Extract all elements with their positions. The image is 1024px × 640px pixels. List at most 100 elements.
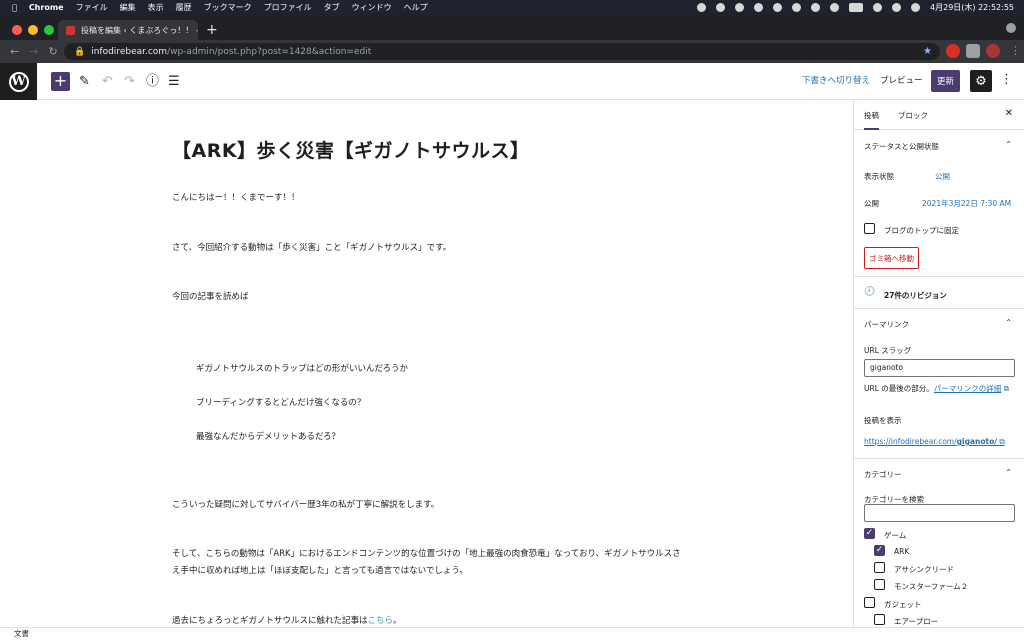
permalink-heading[interactable]: パーマリンク	[864, 319, 909, 330]
revisions-link[interactable]: 27件のリビジョン	[884, 290, 947, 301]
menubar-item-file[interactable]: ファイル	[76, 2, 108, 13]
category-checkbox[interactable]	[874, 579, 885, 590]
status-icon[interactable]	[792, 2, 802, 12]
status-icon[interactable]	[811, 2, 821, 12]
view-post-link[interactable]: https://infodirebear.com/giganoto/ ⧉	[864, 437, 1005, 447]
back-icon[interactable]: ←	[10, 45, 19, 58]
menubar-clock[interactable]: 4月29日(木) 22:52:55	[930, 2, 1014, 13]
category-checkbox[interactable]: ✓	[874, 545, 885, 556]
paragraph-block[interactable]: さて、今回紹介する動物は「歩く災害」こと「ギガノトサウルス」です。	[172, 240, 682, 257]
preview-button[interactable]: プレビュー	[880, 74, 923, 86]
add-block-button[interactable]: +	[51, 72, 70, 91]
paragraph-block[interactable]: こんにちはー！！くまでーす！！	[172, 190, 682, 207]
reload-icon[interactable]: ↻	[48, 45, 57, 58]
paragraph-block[interactable]: 今回の記事を読めば	[172, 289, 682, 306]
menubar-app-name[interactable]: Chrome	[29, 3, 64, 12]
external-link-icon[interactable]: ⧉	[999, 437, 1004, 446]
visibility-value[interactable]: 公開	[935, 171, 950, 182]
chevron-up-icon[interactable]: ⌃	[1005, 318, 1012, 327]
switch-to-draft-button[interactable]: 下書きへ切り替え	[802, 74, 870, 86]
permalink-docs-link[interactable]: パーマリンクの詳細	[934, 384, 1002, 393]
search-icon[interactable]	[911, 2, 921, 12]
menubar-item-profiles[interactable]: プロファイル	[264, 2, 312, 13]
battery-icon[interactable]	[849, 2, 864, 12]
status-icon[interactable]	[716, 2, 726, 12]
browser-tab[interactable]: 投稿を編集 ‹ くまぶろぐっ！！ — ×	[58, 20, 198, 40]
list-view-icon[interactable]: ☰	[168, 72, 180, 91]
update-button[interactable]: 更新	[931, 70, 960, 92]
list-item[interactable]: 最強なんだからデメリットあるだろ？	[196, 430, 340, 442]
extensions-puzzle-icon[interactable]	[966, 44, 980, 58]
extension-icon[interactable]	[946, 44, 960, 58]
revisions-icon[interactable]: 🕘	[864, 287, 875, 297]
category-label: モンスターファーム２	[894, 582, 969, 591]
url-host: infodirebear.com	[91, 46, 168, 57]
redo-icon[interactable]: ↷	[124, 72, 135, 91]
close-sidebar-icon[interactable]: ✕	[1005, 108, 1013, 119]
chevron-up-icon[interactable]: ⌃	[1005, 468, 1012, 477]
url-slug-input[interactable]: giganoto	[864, 359, 1015, 377]
status-icon[interactable]	[754, 2, 764, 12]
wordpress-logo-icon[interactable]: W	[0, 63, 37, 100]
apple-icon[interactable]: 	[12, 3, 17, 12]
lock-icon[interactable]: 🔒	[74, 47, 85, 57]
undo-icon[interactable]: ↶	[102, 72, 113, 91]
menubar-item-edit[interactable]: 編集	[120, 2, 136, 13]
menubar-item-tab[interactable]: タブ	[324, 2, 340, 13]
menubar-item-view[interactable]: 表示	[148, 2, 164, 13]
forward-icon[interactable]: →	[29, 45, 38, 58]
tab-search-icon[interactable]	[1006, 23, 1016, 33]
article-link[interactable]: こちら	[368, 616, 394, 626]
block-breadcrumb: 文書	[0, 627, 1024, 640]
category-checkbox[interactable]	[864, 597, 875, 608]
maximize-window-icon[interactable]	[44, 25, 54, 35]
category-checkbox[interactable]	[874, 614, 885, 625]
details-info-icon[interactable]: ⓘ	[146, 72, 159, 91]
address-bar[interactable]: 🔒 infodirebear.com/wp-admin/post.php?pos…	[64, 43, 940, 60]
status-icon[interactable]	[697, 2, 707, 12]
categories-heading[interactable]: カテゴリー	[864, 469, 902, 480]
control-center-icon[interactable]	[892, 2, 902, 12]
chevron-up-icon[interactable]: ⌃	[1005, 140, 1012, 149]
breadcrumb-document[interactable]: 文書	[14, 629, 29, 638]
publish-date-value[interactable]: 2021年3月22日 7:30 AM	[922, 198, 1011, 209]
view-post-label: 投稿を表示	[864, 416, 902, 425]
status-icon[interactable]	[773, 2, 783, 12]
divider	[854, 276, 1024, 277]
paragraph-block[interactable]: 過去にちょろっとギガノトサウルスに触れた記事はこちら。	[172, 613, 682, 627]
sticky-label: ブログのトップに固定	[884, 226, 959, 235]
wifi-icon[interactable]	[873, 2, 883, 12]
post-title[interactable]: 【ARK】歩く災害【ギガノトサウルス】	[172, 136, 530, 163]
category-checkbox[interactable]: ✓	[864, 528, 875, 539]
category-checkbox[interactable]	[874, 562, 885, 573]
menubar-item-help[interactable]: ヘルプ	[404, 2, 428, 13]
status-icon[interactable]	[830, 2, 840, 12]
status-icon[interactable]	[735, 2, 745, 12]
menubar-item-history[interactable]: 履歴	[176, 2, 192, 13]
sidebar-tabs: 投稿 ブロック ✕	[854, 100, 1024, 130]
macos-menubar:  Chrome ファイル 編集 表示 履歴 ブックマーク プロファイル タブ …	[0, 0, 1024, 14]
move-to-trash-button[interactable]: ゴミ箱へ移動	[864, 247, 919, 269]
edit-tools-pencil-icon[interactable]: ✎	[79, 72, 90, 91]
category-search-input[interactable]	[864, 504, 1015, 522]
minimize-window-icon[interactable]	[28, 25, 38, 35]
chrome-menu-icon[interactable]: ⋮	[1010, 44, 1021, 57]
tab-block[interactable]: ブロック	[898, 110, 928, 121]
paragraph-block[interactable]: こういった疑問に対してサバイバー歴3年の私が丁寧に解説をします。	[172, 497, 682, 514]
menubar-item-bookmarks[interactable]: ブックマーク	[204, 2, 252, 13]
close-window-icon[interactable]	[12, 25, 22, 35]
more-options-icon[interactable]: ⋮	[1000, 72, 1013, 87]
editor-header: W + ✎ ↶ ↷ ⓘ ☰ 下書きへ切り替え プレビュー 更新 ⚙ ⋮	[0, 63, 1024, 100]
list-item[interactable]: ギガノトサウルスのトラップはどの形がいいんだろうか	[196, 362, 408, 374]
settings-gear-icon[interactable]: ⚙	[970, 70, 992, 92]
tab-post[interactable]: 投稿	[864, 110, 879, 130]
external-link-icon[interactable]: ⧉	[1004, 384, 1009, 393]
menubar-item-window[interactable]: ウィンドウ	[352, 2, 392, 13]
list-item[interactable]: ブリーディングするとどんだけ強くなるの？	[196, 396, 365, 408]
paragraph-block[interactable]: そして、こちらの動物は「ARK」におけるエンドコンテンツ的な位置づけの「地上最強…	[172, 546, 682, 580]
profile-avatar-icon[interactable]	[986, 44, 1000, 58]
sticky-checkbox[interactable]	[864, 223, 875, 234]
status-visibility-heading[interactable]: ステータスと公開状態	[864, 141, 939, 152]
bookmark-star-icon[interactable]: ★	[923, 46, 932, 57]
new-tab-icon[interactable]: +	[206, 22, 218, 38]
